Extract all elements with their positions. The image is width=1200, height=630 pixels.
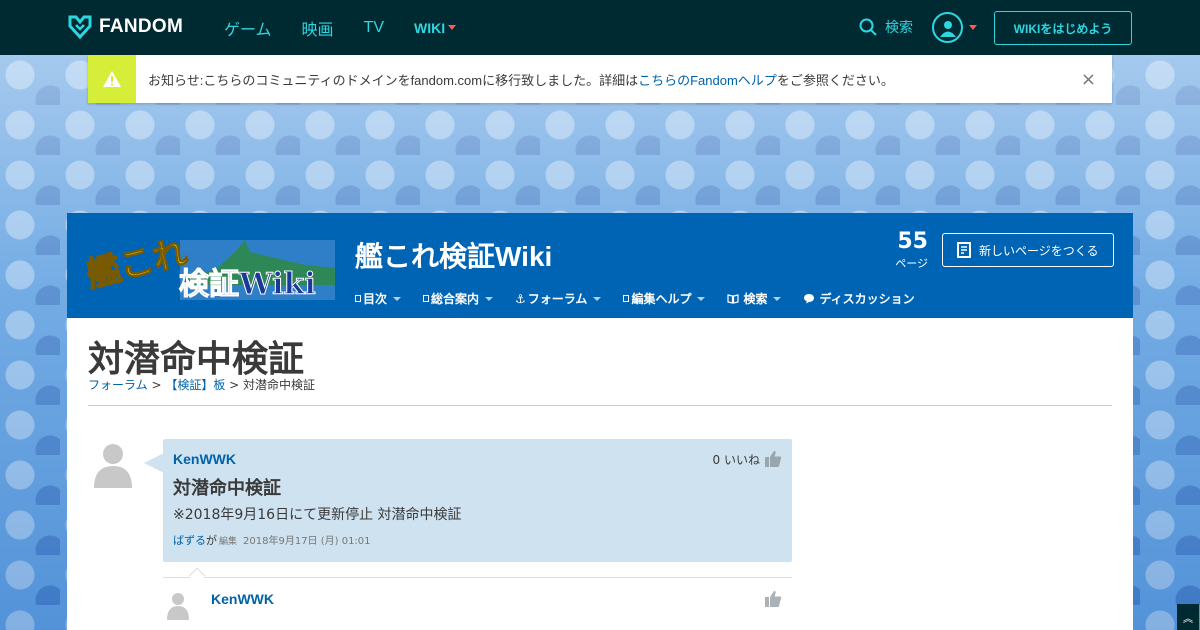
nav-link-wiki[interactable]: WIKI [414, 19, 457, 36]
wiki-nav-toc-label: 目次 [363, 292, 388, 306]
chevron-down-icon [593, 296, 602, 301]
edit-timestamp: 2018年9月17日 (月) 01:01 [243, 536, 371, 547]
page-count: 55 ページ [895, 229, 928, 271]
post-title: 対潜命中検証 [173, 478, 281, 499]
nav-link-wiki-label: WIKI [414, 19, 446, 36]
new-page-label: 新しいページをつくる [979, 243, 1099, 258]
fandom-logo[interactable]: FANDOM [67, 14, 183, 40]
wiki-nav-search[interactable]: 検索 [727, 290, 782, 307]
post-body: ※2018年9月16日にて更新停止 対潜命中検証 [173, 507, 462, 523]
page-content: 対潜命中検証 フォーラム > 【検証】板 > 対潜命中検証 KenWWK 0 い… [67, 318, 1133, 630]
nav-link-movies[interactable]: 映画 [302, 16, 334, 40]
notice-help-link[interactable]: こちらのFandomヘルプ [638, 73, 777, 88]
list-icon [355, 295, 361, 302]
post-author-link[interactable]: KenWWK [173, 451, 236, 467]
notice-suffix: をご参照ください。 [776, 72, 894, 88]
wiki-header: 艦これ 検証Wiki 艦これ検証Wiki 55 ページ 新しいページをつくる 目… [67, 213, 1133, 318]
svg-text:艦これ: 艦これ [85, 232, 191, 295]
breadcrumb: フォーラム > 【検証】板 > 対潜命中検証 [88, 376, 315, 393]
nav-link-games[interactable]: ゲーム [224, 16, 272, 40]
wiki-nav-toc[interactable]: 目次 [355, 290, 402, 307]
edited-label: 編集 [219, 537, 238, 547]
page-count-label: ページ [895, 257, 928, 270]
wiki-title[interactable]: 艦これ検証Wiki [355, 235, 552, 275]
new-page-icon [957, 242, 971, 258]
editor-link[interactable]: ばずる [173, 532, 206, 548]
breadcrumb-forum[interactable]: フォーラム [88, 378, 148, 392]
reply-divider [163, 577, 792, 578]
chevron-down-icon [969, 25, 977, 30]
close-icon[interactable]: × [1081, 69, 1096, 90]
reply-notch [188, 567, 206, 585]
reply-author-link[interactable]: KenWWK [211, 591, 274, 607]
breadcrumb-current: 対潜命中検証 [243, 378, 316, 392]
likes-count: 0 いいね [712, 452, 760, 467]
info-icon [423, 295, 430, 302]
wiki-nav-guide-label: 総合案内 [431, 292, 480, 306]
wiki-nav-forum-label: フォーラム [527, 292, 588, 306]
chevron-down-icon [485, 296, 494, 301]
thumbs-up-icon[interactable] [764, 590, 782, 608]
anchor-icon: ⚓ [515, 291, 526, 306]
breadcrumb-board[interactable]: 【検証】板 [165, 378, 225, 392]
avatar[interactable] [166, 590, 190, 620]
fandom-global-nav: FANDOM ゲーム 映画 TV WIKI 検索 WIKIをはじめよう [0, 0, 1200, 55]
notice-prefix: お知らせ:こちらのコミュニティのドメインをfandom.comに移行致しました。… [148, 72, 639, 88]
thumbs-up-icon[interactable] [764, 450, 782, 468]
page-count-number: 55 [897, 229, 928, 254]
warning-icon [88, 55, 136, 103]
chat-bubble-icon [804, 294, 815, 304]
global-nav-links: ゲーム 映画 TV WIKI [224, 0, 486, 55]
wiki-nav-edit-help[interactable]: 編集ヘルプ [623, 290, 706, 307]
wiki-nav-guide[interactable]: 総合案内 [423, 290, 494, 307]
book-icon [727, 293, 740, 304]
user-menu-button[interactable] [932, 12, 977, 43]
post-pointer [144, 453, 164, 473]
page-title: 対潜命中検証 [88, 338, 305, 379]
avatar[interactable] [93, 440, 133, 488]
wiki-logo[interactable]: 艦これ 検証Wiki [85, 230, 335, 300]
search-icon [859, 18, 877, 36]
scroll-to-top-button[interactable]: ︽ [1177, 604, 1199, 630]
edited-particle: が [206, 534, 217, 547]
wiki-nav: 目次 総合案内 ⚓ フォーラム 編集ヘルプ 検索 ディスカッション [355, 290, 937, 307]
user-avatar-icon [932, 12, 963, 43]
post-edit-meta: ばずる が 編集 2018年9月17日 (月) 01:01 [173, 532, 371, 548]
wiki-nav-edit-help-label: 編集ヘルプ [631, 292, 692, 306]
help-icon [623, 295, 630, 302]
chevron-down-icon [697, 296, 706, 301]
wiki-nav-search-label: 検索 [743, 292, 768, 306]
wiki-nav-forum[interactable]: ⚓ フォーラム [515, 290, 602, 307]
global-search[interactable]: 検索 [859, 17, 913, 37]
svg-text:検証Wiki: 検証Wiki [179, 267, 316, 300]
breadcrumb-separator: > [225, 378, 244, 392]
brand-name: FANDOM [99, 16, 184, 37]
wiki-nav-discussions[interactable]: ディスカッション [803, 290, 915, 307]
wiki-nav-discussions-label: ディスカッション [819, 292, 915, 306]
start-wiki-button[interactable]: WIKIをはじめよう [994, 11, 1132, 45]
forum-post: KenWWK 0 いいね 対潜命中検証 ※2018年9月16日にて更新停止 対潜… [163, 439, 792, 562]
post-likes: 0 いいね [713, 450, 782, 468]
divider [88, 405, 1112, 406]
notice-message: お知らせ:こちらのコミュニティのドメインをfandom.comに移行致しました。… [148, 70, 894, 89]
chevron-down-icon [393, 296, 402, 301]
breadcrumb-separator: > [147, 378, 166, 392]
fandom-heart-icon [68, 15, 92, 40]
new-page-button[interactable]: 新しいページをつくる [942, 233, 1114, 267]
search-label: 検索 [885, 20, 913, 36]
chevron-down-icon [773, 296, 782, 301]
chevron-down-icon [448, 25, 457, 30]
notice-banner: お知らせ:こちらのコミュニティのドメインをfandom.comに移行致しました。… [88, 55, 1112, 103]
nav-link-tv[interactable]: TV [364, 19, 384, 37]
